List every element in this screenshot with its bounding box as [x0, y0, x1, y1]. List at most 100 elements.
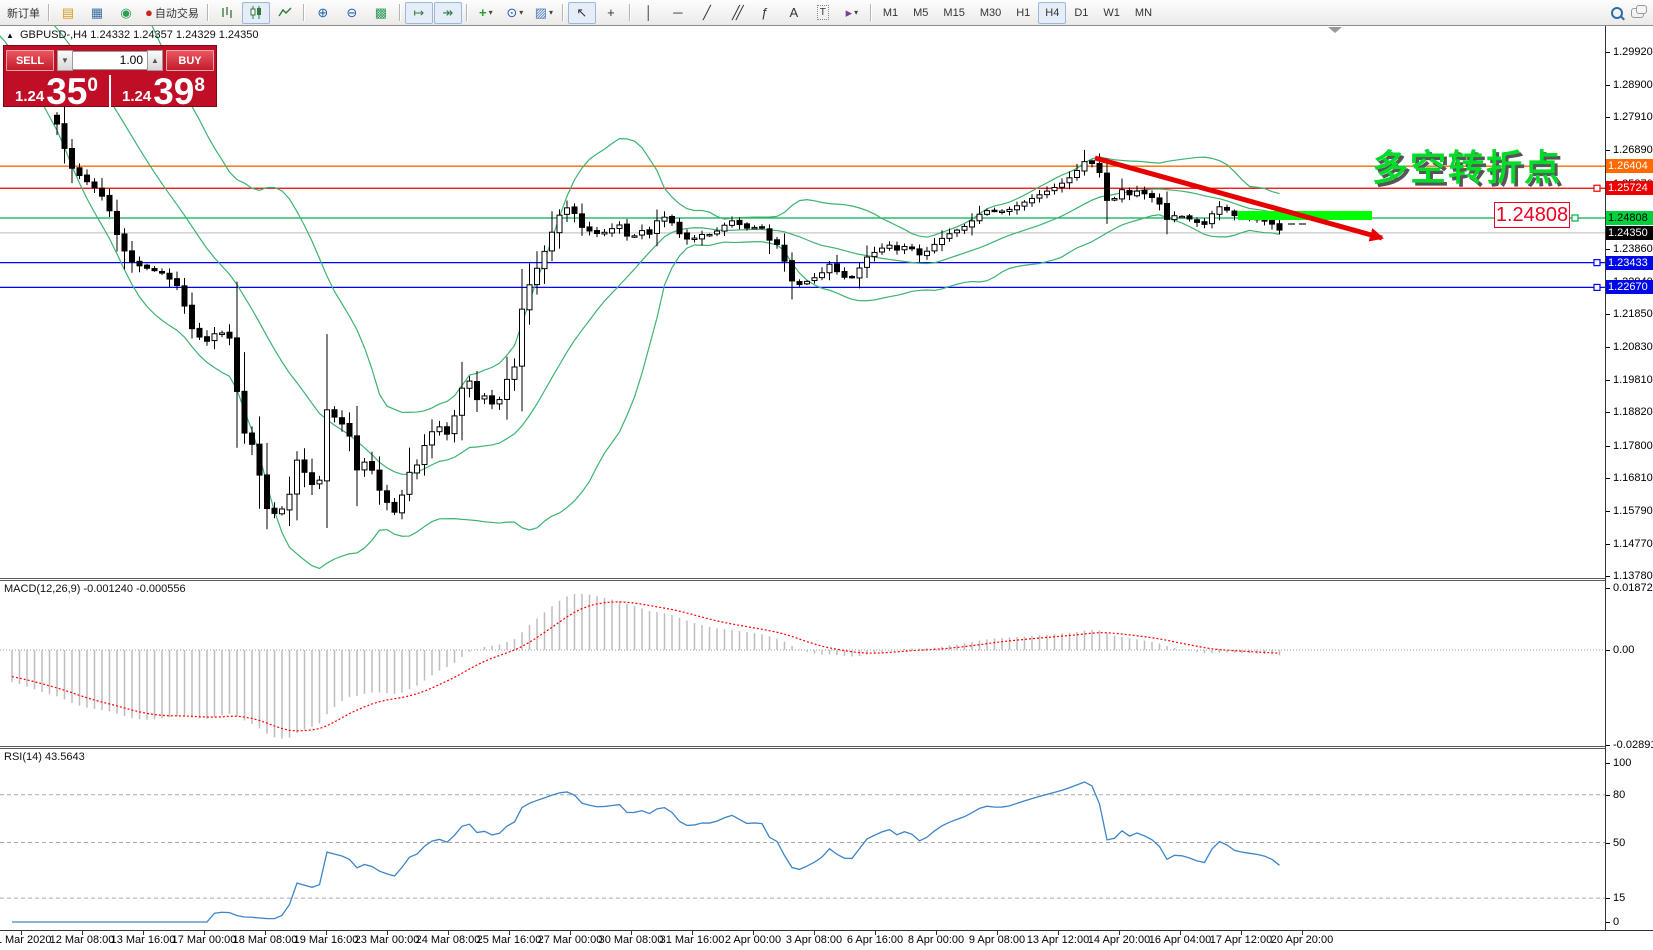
macd-tick — [1606, 588, 1610, 589]
line-chart-button[interactable] — [271, 2, 299, 24]
price-tick — [1606, 412, 1610, 413]
tf-button-M5[interactable]: M5 — [906, 2, 935, 24]
price-tick-label: 1.21850 — [1613, 308, 1653, 320]
trendline-tool-button[interactable]: ╱ — [693, 2, 721, 24]
text-tool-button[interactable]: A — [780, 2, 808, 24]
buy-price-small: 1.24 — [122, 89, 151, 107]
buy-button[interactable]: BUY — [166, 50, 214, 71]
tf-button-M1[interactable]: M1 — [876, 2, 905, 24]
chat-icon[interactable] — [1631, 8, 1644, 18]
vertical-line-tool-button[interactable]: │ — [635, 2, 663, 24]
macd-chart[interactable] — [0, 581, 1605, 748]
time-axis[interactable]: 11 Mar 202012 Mar 08:0013 Mar 16:0017 Ma… — [0, 930, 1653, 950]
rsi-line — [12, 782, 1280, 922]
buy-price[interactable]: 1.24 39 8 — [111, 73, 216, 109]
chevron-down-icon: ▾ — [854, 8, 858, 17]
rsi-chart[interactable] — [0, 749, 1605, 930]
navigator-button[interactable]: ▦ — [83, 2, 111, 24]
price-tick — [1606, 117, 1610, 118]
rsi-panel-separator[interactable] — [0, 746, 1605, 749]
candlestick-chart-button[interactable] — [242, 2, 270, 24]
chevron-down-icon: ▾ — [549, 8, 553, 17]
volume-decrease-button[interactable]: ▼ — [57, 50, 73, 71]
chart-annotation-text[interactable]: 多空转折点 — [1372, 139, 1562, 191]
price-axis[interactable]: 1.299201.289001.279101.268901.258701.248… — [1606, 26, 1653, 930]
channel-icon: ╱╱ — [732, 6, 740, 19]
tf-button-D1[interactable]: D1 — [1067, 2, 1095, 24]
chart-shift-marker[interactable] — [1328, 27, 1342, 33]
tf-button-M15[interactable]: M15 — [936, 2, 971, 24]
zoom-out-icon: ⊖ — [346, 6, 357, 19]
chart-shift-button[interactable]: ↦ — [405, 2, 433, 24]
chart-title: ▲ GBPUSD-,H4 1.24332 1.24357 1.24329 1.2… — [6, 29, 259, 41]
rsi-tick — [1606, 843, 1610, 844]
bar-chart-button[interactable] — [213, 2, 241, 24]
price-level-badge[interactable]: 1.23433 — [1606, 256, 1653, 270]
terminal-button[interactable]: ◉ — [112, 2, 140, 24]
rsi-tick-label: 15 — [1613, 892, 1625, 904]
macd-panel-separator[interactable] — [0, 578, 1605, 581]
fibonacci-tool-button[interactable]: ƒ — [751, 2, 779, 24]
chevron-down-icon: ▾ — [489, 8, 493, 17]
toolbar-right-group — [1611, 7, 1650, 19]
tf-button-H1[interactable]: H1 — [1009, 2, 1037, 24]
cursor-tool-button[interactable]: ↖ — [568, 2, 596, 24]
price-callout-label[interactable]: 1.24808 — [1494, 202, 1570, 228]
buy-price-big: 39 — [153, 77, 194, 107]
rsi-tick — [1606, 795, 1610, 796]
zoom-out-button[interactable]: ⊖ — [338, 2, 366, 24]
trend-arrow[interactable] — [1095, 158, 1382, 238]
market-watch-button[interactable]: ▤ — [54, 2, 82, 24]
tile-windows-button[interactable]: ▩ — [367, 2, 395, 24]
rsi-tick — [1606, 922, 1610, 923]
volume-increase-button[interactable]: ▲ — [147, 50, 163, 71]
tf-button-H4[interactable]: H4 — [1038, 2, 1066, 24]
timeframe-group: M1M5M15M30H1H4D1W1MN — [876, 2, 1159, 24]
autotrade-button[interactable]: ● 自动交易 — [141, 2, 203, 24]
tf-button-M30[interactable]: M30 — [973, 2, 1008, 24]
toolbar-separator — [207, 4, 209, 21]
templates-button[interactable]: ▨▾ — [530, 2, 558, 24]
sell-button[interactable]: SELL — [6, 50, 54, 71]
horizontal-lines[interactable] — [0, 166, 1605, 287]
rsi-tick-label: 100 — [1613, 757, 1631, 769]
fibonacci-icon: ƒ — [761, 6, 768, 19]
indicators-button[interactable]: +▾ — [472, 2, 500, 24]
chevron-down-icon: ▾ — [519, 8, 523, 17]
periods-button[interactable]: ⊙▾ — [501, 2, 529, 24]
volume-input[interactable]: 1.00 — [73, 51, 147, 70]
tf-button-W1[interactable]: W1 — [1096, 2, 1127, 24]
rsi-tick — [1606, 898, 1610, 899]
price-level-badge[interactable]: 1.24808 — [1606, 211, 1653, 225]
price-level-badge[interactable]: 1.22670 — [1606, 280, 1653, 294]
search-icon[interactable] — [1611, 7, 1623, 19]
clock-icon: ⊙ — [506, 6, 517, 19]
macd-tick — [1606, 745, 1610, 746]
channel-tool-button[interactable]: ╱╱ — [722, 2, 750, 24]
sell-price-small: 1.24 — [15, 89, 44, 107]
zoom-in-button[interactable]: ⊕ — [309, 2, 337, 24]
price-level-badge[interactable]: 1.25724 — [1606, 181, 1653, 195]
text-label-tool-button[interactable]: T — [809, 2, 837, 24]
sell-price[interactable]: 1.24 35 0 — [4, 73, 109, 109]
symbol-dropdown-icon[interactable]: ▲ — [6, 31, 14, 40]
chart-ohlc-quote: 1.24332 1.24357 1.24329 1.24350 — [90, 29, 258, 41]
auto-scroll-icon: ↠ — [442, 6, 453, 19]
price-tick — [1606, 446, 1610, 447]
crosshair-tool-button[interactable]: + — [597, 2, 625, 24]
new-order-button[interactable]: 新订单 — [3, 2, 44, 24]
macd-signal-line — [12, 602, 1280, 731]
auto-scroll-button[interactable]: ↠ — [434, 2, 462, 24]
horizontal-line-tool-button[interactable]: ─ — [664, 2, 692, 24]
price-tick-label: 1.15790 — [1613, 505, 1653, 517]
price-level-badge[interactable]: 1.26404 — [1606, 159, 1653, 173]
buy-price-sup: 8 — [194, 76, 205, 95]
arrows-tool-button[interactable]: ▸▾ — [838, 2, 866, 24]
horizontal-line-icon: ─ — [673, 6, 682, 19]
hline-handles[interactable] — [1572, 185, 1600, 290]
macd-tick-label: 0.018721 — [1613, 582, 1653, 594]
price-chart[interactable] — [0, 26, 1605, 580]
candles — [55, 106, 1307, 529]
tf-button-MN[interactable]: MN — [1128, 2, 1159, 24]
line-handle — [1594, 284, 1600, 290]
